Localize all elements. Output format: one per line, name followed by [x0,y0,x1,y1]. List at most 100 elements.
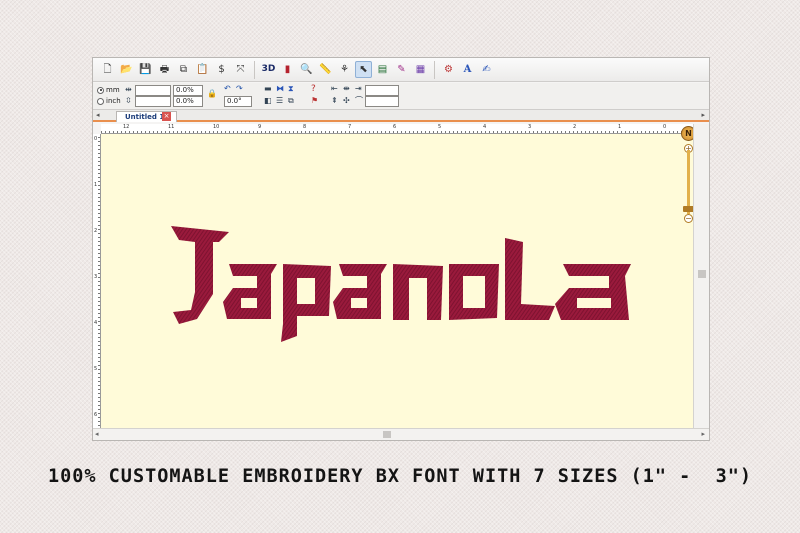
inch-radio[interactable] [97,97,104,105]
scroll-left-icon[interactable]: ◂ [95,430,99,438]
mirror-h-icon[interactable]: ⧓ [276,85,284,93]
letter-o [449,264,499,320]
tab-scroll-right-icon[interactable]: ▸ [701,111,705,119]
palette-icon[interactable]: ▦ [412,61,429,78]
h-ruler-label: 9 [258,124,262,130]
v-ruler-label: 3 [94,274,98,280]
unit-mm-option[interactable]: mm [97,86,120,94]
letter-a-3 [555,264,631,320]
cross-arrow-icon[interactable]: ⤧ [232,61,249,78]
center-icon[interactable]: ☰ [276,97,283,105]
thread-icon[interactable]: ✎ [393,61,410,78]
zoom-icon[interactable]: 🔍 [298,61,315,78]
kerning-icon[interactable]: ⇼ [343,85,350,93]
width-field[interactable] [135,85,171,96]
print-icon[interactable]: 🖶 [156,61,173,78]
rotate-left-icon[interactable]: ↶ [224,85,231,93]
color-icon[interactable]: ▮ [279,61,296,78]
align-top-icon[interactable]: ▬ [264,85,272,93]
select-pointer-icon[interactable]: ⬉ [355,61,372,78]
embroidery-app-window: 🗋 📂 💾 🖶 ⧉ 📋 $ ⤧ 3D ▮ 🔍 📏 ⚘ ⬉ ▤ ✎ ▦ ⚙ A ✍… [92,57,710,441]
spacing-field[interactable] [365,85,399,96]
letter-n [393,264,443,320]
mm-radio[interactable] [97,86,104,94]
unit-mm-label: mm [106,86,120,94]
height-arrow-icon: ⇳ [125,96,132,105]
h-ruler-label: 4 [483,124,487,130]
unit-inch-label: inch [106,97,121,105]
h-ruler-label: 10 [213,124,220,130]
horizontal-scrollbar[interactable]: ◂ ▸ [93,428,709,440]
lock-ratio-icon[interactable]: 🔒 [207,90,217,98]
letter-l [505,238,555,320]
3d-view-button[interactable]: 3D [260,61,277,78]
h-ruler-label: 8 [303,124,307,130]
design-letters [171,226,631,342]
layers-icon[interactable]: ▤ [374,61,391,78]
letter-a-2 [333,264,387,319]
letter-a-1 [223,264,277,319]
char-spacing-icon[interactable]: ✣ [343,97,350,105]
product-caption: 100% CUSTOMABLE EMBROIDERY BX FONT WITH … [47,466,752,487]
zoom-out-button[interactable]: − [684,214,693,223]
h-ruler-label: 1 [618,124,622,130]
thread-color-icon[interactable]: ⚑ [311,97,318,105]
line-spacing-icon[interactable]: ⇞ [331,97,338,105]
h-ruler-label: 11 [168,124,175,130]
tab-close-icon[interactable]: × [162,112,171,121]
h-ruler-label: 5 [438,124,442,130]
ruler-icon[interactable]: 📏 [317,61,334,78]
distribute-icon[interactable]: ⧉ [288,97,294,105]
v-ruler-label: 0 [94,136,98,142]
h-ruler-label: 6 [393,124,397,130]
h-ruler-label: 7 [348,124,352,130]
spacing-icon[interactable]: ⇤ [331,85,338,93]
japanola-embroidery-design[interactable] [171,224,646,344]
letter-J [171,226,229,324]
save-icon[interactable]: 💾 [137,61,154,78]
dollar-tool-icon[interactable]: $ [213,61,230,78]
arc-icon[interactable]: ⌒ [355,97,363,105]
width-arrow-icon: ⇹ [125,85,132,94]
open-folder-icon[interactable]: 📂 [118,61,135,78]
main-toolbar: 🗋 📂 💾 🖶 ⧉ 📋 $ ⤧ 3D ▮ 🔍 📏 ⚘ ⬉ ▤ ✎ ▦ ⚙ A ✍ [93,58,709,82]
zoom-slider-track[interactable] [687,150,690,214]
properties-toolbar: mm inch ⇹ ⇳ 0.0% 0.0% 🔒 ↶ ↷ 0.0° ▬ ⧓ ⧗ ◧… [93,83,709,110]
v-ruler-label: 2 [94,228,98,234]
tab-scroll-left-icon[interactable]: ◂ [96,111,100,119]
h-ruler-label: 12 [123,124,130,130]
vertical-scroll-thumb[interactable] [698,270,706,278]
toolbar-divider [254,60,255,79]
baseline-icon[interactable]: ⇥ [355,85,362,93]
align-left-icon[interactable]: ◧ [264,97,272,105]
mirror-v-icon[interactable]: ⧗ [288,85,294,93]
line-spacing-field[interactable] [365,96,399,107]
stitch-tool-icon[interactable]: ⚘ [336,61,353,78]
text-lettering-icon[interactable]: A [459,61,476,78]
letter-p [281,264,331,342]
design-canvas[interactable] [101,134,693,430]
v-ruler-label: 1 [94,182,98,188]
v-ruler-label: 4 [94,320,98,326]
rotation-field[interactable]: 0.0° [224,96,252,107]
unit-inch-option[interactable]: inch [97,97,121,105]
toolbar-divider [434,60,435,79]
v-ruler-label: 5 [94,366,98,372]
help-question-icon[interactable]: ? [311,85,316,94]
rotate-right-icon[interactable]: ↷ [236,85,243,93]
height-field[interactable] [135,96,171,107]
height-percent-field[interactable]: 0.0% [173,96,203,107]
vertical-scrollbar[interactable] [693,124,709,430]
scroll-right-icon[interactable]: ▸ [701,430,705,438]
h-ruler-label: 3 [528,124,532,130]
copy-icon[interactable]: ⧉ [175,61,192,78]
new-file-icon[interactable]: 🗋 [99,61,116,78]
paste-icon[interactable]: 📋 [194,61,211,78]
settings-gear-icon[interactable]: ⚙ [440,61,457,78]
width-percent-field[interactable]: 0.0% [173,85,203,96]
vertical-ruler: 0 1 2 3 4 5 6 [93,134,101,430]
h-ruler-label: 0 [663,124,667,130]
monogram-icon[interactable]: ✍ [478,61,495,78]
h-ruler-label: 2 [573,124,577,130]
horizontal-scroll-thumb[interactable] [383,431,391,438]
